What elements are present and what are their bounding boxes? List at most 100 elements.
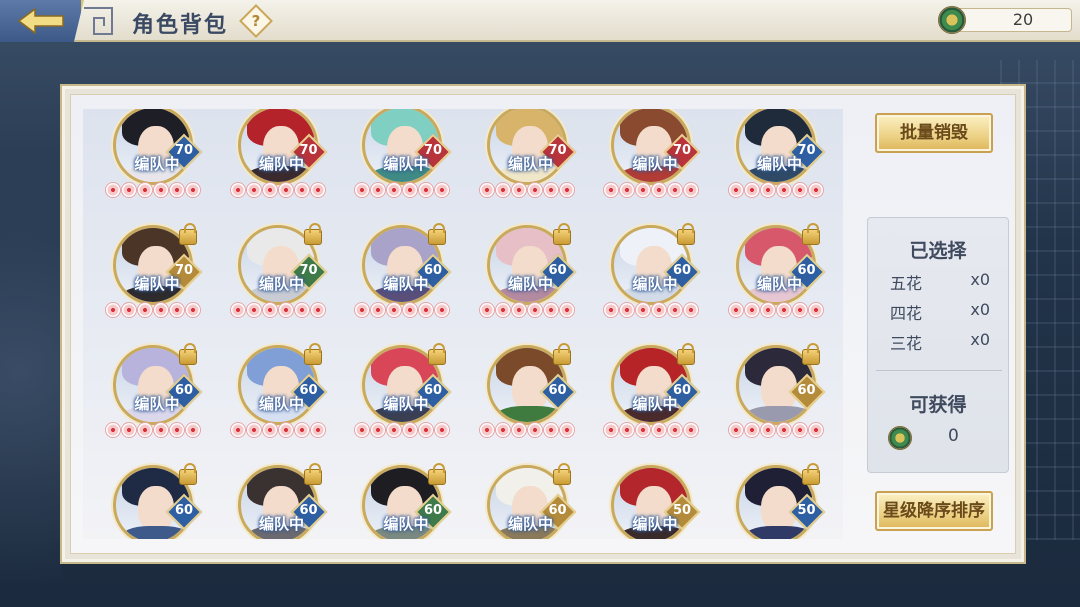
character-card[interactable]: 70 编队中 bbox=[710, 109, 830, 225]
lock-icon[interactable] bbox=[303, 463, 322, 485]
flower-star-icon bbox=[542, 302, 559, 318]
flower-star-icon bbox=[494, 422, 511, 438]
star-flowers bbox=[478, 179, 575, 201]
level-text: 60 bbox=[174, 503, 194, 518]
in-team-label: 编队中 bbox=[258, 515, 304, 533]
character-card[interactable]: 60 编队中 bbox=[336, 223, 456, 345]
flower-star-icon bbox=[791, 182, 808, 198]
lock-icon[interactable] bbox=[179, 463, 197, 485]
character-card[interactable]: 60 编队中 bbox=[212, 343, 332, 465]
character-card[interactable]: 60 bbox=[710, 343, 830, 465]
flower-star-icon bbox=[603, 422, 619, 438]
summary-row-three: 三花 x0 bbox=[890, 330, 990, 354]
lock-icon[interactable] bbox=[801, 463, 820, 485]
sort-button[interactable]: 星级降序排序 bbox=[875, 491, 993, 531]
star-flowers bbox=[229, 299, 326, 321]
character-card[interactable]: 60 编队中 bbox=[461, 223, 581, 345]
star-flowers bbox=[354, 299, 450, 321]
obtain-value: 0 bbox=[948, 426, 959, 446]
title-ornament-icon bbox=[84, 7, 113, 35]
in-team-label: 编队中 bbox=[134, 155, 180, 173]
lock-icon[interactable] bbox=[801, 343, 820, 365]
character-card[interactable]: 60 编队中 bbox=[585, 343, 705, 465]
character-card[interactable]: 70 编队中 bbox=[461, 109, 581, 225]
flower-star-icon bbox=[293, 422, 310, 438]
inventory-panel: 70 编队中 70 编队中 70 编队中 70 编队中 70 编队中 70 编队中 70 编队中 70 编队中… bbox=[60, 84, 1026, 564]
flower-star-icon bbox=[185, 422, 201, 438]
flower-star-icon bbox=[635, 302, 651, 318]
character-card[interactable]: 70 编队中 bbox=[212, 223, 332, 345]
flower-star-icon bbox=[309, 302, 326, 318]
flower-star-icon bbox=[743, 302, 760, 318]
flower-star-icon bbox=[354, 182, 370, 198]
character-card[interactable]: 60 编队中 bbox=[336, 463, 456, 539]
character-card[interactable]: 60 编队中 bbox=[87, 343, 207, 465]
flower-star-icon bbox=[137, 182, 153, 198]
character-grid[interactable]: 70 编队中 70 编队中 70 编队中 70 编队中 70 编队中 70 编队中 70 编队中 70 编队中… bbox=[83, 109, 843, 539]
flower-star-icon bbox=[651, 422, 667, 438]
level-text: 60 bbox=[548, 383, 567, 398]
in-team-label: 编队中 bbox=[258, 275, 304, 293]
batch-destroy-button[interactable]: 批量销毁 bbox=[875, 113, 993, 153]
question-icon[interactable]: ? bbox=[239, 4, 273, 38]
flower-star-icon bbox=[775, 302, 792, 318]
in-team-label: 编队中 bbox=[632, 395, 678, 413]
flower-star-icon bbox=[494, 302, 511, 318]
lock-icon[interactable] bbox=[179, 343, 197, 365]
summary-row-five: 五花 x0 bbox=[890, 270, 990, 294]
character-card[interactable]: 60 编队中 bbox=[710, 223, 830, 345]
flower-star-icon bbox=[478, 302, 495, 318]
flower-star-icon bbox=[137, 302, 153, 318]
lock-icon[interactable] bbox=[428, 463, 446, 485]
flower-star-icon bbox=[261, 422, 278, 438]
character-card[interactable]: 60 bbox=[87, 463, 207, 539]
lock-icon[interactable] bbox=[552, 343, 571, 365]
flower-star-icon bbox=[542, 182, 559, 198]
flower-star-icon bbox=[635, 182, 651, 198]
flower-star-icon bbox=[370, 422, 386, 438]
flower-star-icon bbox=[434, 302, 450, 318]
character-card[interactable]: 60 bbox=[461, 343, 581, 465]
character-card[interactable]: 60 编队中 bbox=[336, 343, 456, 465]
in-team-label: 编队中 bbox=[134, 395, 180, 413]
flower-star-icon bbox=[603, 182, 619, 198]
flower-star-icon bbox=[277, 182, 294, 198]
character-card[interactable]: 60 编队中 bbox=[461, 463, 581, 539]
flower-star-icon bbox=[309, 182, 326, 198]
lock-icon[interactable] bbox=[801, 223, 820, 245]
lock-icon[interactable] bbox=[552, 223, 571, 245]
flower-star-icon bbox=[775, 422, 792, 438]
flower-star-icon bbox=[683, 302, 699, 318]
lock-icon[interactable] bbox=[677, 223, 695, 245]
lock-icon[interactable] bbox=[552, 463, 571, 485]
lock-icon[interactable] bbox=[303, 223, 322, 245]
flower-star-icon bbox=[402, 182, 418, 198]
currency-amount: 20 bbox=[954, 8, 1072, 32]
lock-icon[interactable] bbox=[428, 223, 446, 245]
flower-star-icon bbox=[542, 422, 559, 438]
lock-icon[interactable] bbox=[677, 343, 695, 365]
character-card[interactable]: 70 编队中 bbox=[336, 109, 456, 225]
back-button[interactable] bbox=[0, 0, 84, 42]
character-card[interactable]: 60 编队中 bbox=[212, 463, 332, 539]
character-card[interactable]: 50 bbox=[710, 463, 830, 539]
character-card[interactable]: 50 编队中 bbox=[585, 465, 705, 539]
flower-star-icon bbox=[743, 422, 760, 438]
flower-star-icon bbox=[293, 182, 310, 198]
flower-star-icon bbox=[386, 302, 402, 318]
flower-star-icon bbox=[683, 422, 699, 438]
flower-star-icon bbox=[494, 182, 511, 198]
lock-icon[interactable] bbox=[428, 343, 446, 365]
character-card[interactable]: 70 编队中 bbox=[87, 109, 207, 225]
character-card[interactable]: 60 编队中 bbox=[585, 223, 705, 345]
summary-row-four: 四花 x0 bbox=[890, 300, 990, 324]
level-text: 50 bbox=[797, 503, 816, 518]
character-card[interactable]: 70 编队中 bbox=[212, 109, 332, 225]
flower-star-icon bbox=[169, 182, 185, 198]
character-card[interactable]: 70 编队中 bbox=[585, 109, 705, 225]
character-card[interactable]: 70 编队中 bbox=[87, 223, 207, 345]
flower-star-icon bbox=[759, 422, 776, 438]
inventory-panel-inner: 70 编队中 70 编队中 70 编队中 70 编队中 70 编队中 70 编队中 70 编队中 70 编队中… bbox=[70, 94, 1016, 554]
lock-icon[interactable] bbox=[179, 223, 197, 245]
lock-icon[interactable] bbox=[303, 343, 322, 365]
